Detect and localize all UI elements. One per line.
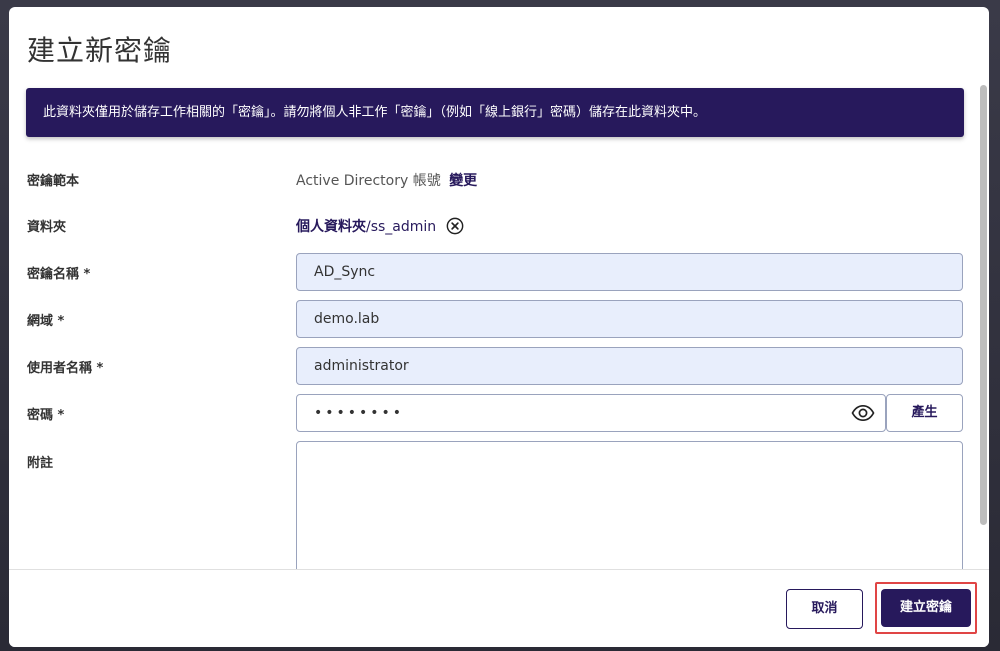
create-button-highlight: 建立密鑰 [875, 582, 977, 634]
notes-textarea[interactable] [296, 441, 963, 569]
folder-name-link[interactable]: 個人資料夾 [296, 219, 366, 235]
secret-name-input[interactable]: AD_Sync [296, 253, 963, 291]
dialog-body: 此資料夾僅用於儲存工作相關的「密鑰」。請勿將個人非工作「密鑰」（例如「線上銀行」… [9, 85, 989, 569]
folder-notice-banner: 此資料夾僅用於儲存工作相關的「密鑰」。請勿將個人非工作「密鑰」（例如「線上銀行」… [26, 88, 964, 137]
generate-password-button[interactable]: 產生 [886, 394, 963, 432]
dialog-footer: 取消 建立密鑰 [9, 569, 989, 647]
password-input[interactable]: •••••••• [296, 394, 886, 432]
cancel-button[interactable]: 取消 [786, 589, 863, 629]
create-secret-dialog: 建立新密鑰 此資料夾僅用於儲存工作相關的「密鑰」。請勿將個人非工作「密鑰」（例如… [9, 7, 989, 647]
close-circle-icon[interactable] [446, 217, 464, 235]
folder-row: 個人資料夾/ss_admin [296, 216, 464, 236]
domain-input[interactable]: demo.lab [296, 300, 963, 338]
change-template-link[interactable]: 變更 [449, 173, 477, 189]
secret-name-label: 密鑰名稱 * [27, 267, 91, 282]
domain-label: 網域 * [27, 314, 65, 329]
username-label: 使用者名稱 * [27, 361, 104, 376]
notes-label: 附註 [27, 456, 54, 471]
dialog-title: 建立新密鑰 [27, 34, 173, 67]
password-value: •••••••• [314, 405, 405, 421]
folder-path: /ss_admin [366, 219, 437, 235]
username-input[interactable]: administrator [296, 347, 963, 385]
template-label: 密鑰範本 [27, 174, 80, 189]
template-value: Active Directory 帳號 [296, 173, 441, 189]
password-label: 密碼 * [27, 408, 65, 423]
template-row: Active Directory 帳號 變更 [296, 170, 477, 190]
eye-icon[interactable] [851, 404, 875, 422]
create-secret-button[interactable]: 建立密鑰 [881, 589, 971, 627]
folder-label: 資料夾 [27, 220, 67, 235]
dialog-scrollbar[interactable] [980, 85, 987, 525]
